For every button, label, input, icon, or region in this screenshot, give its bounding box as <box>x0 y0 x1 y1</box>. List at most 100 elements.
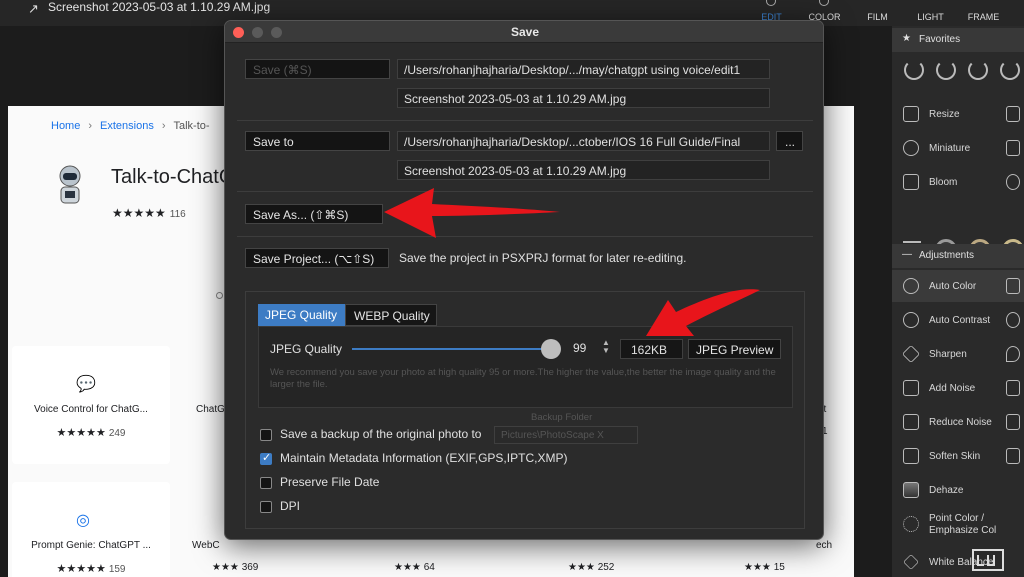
tool-label: Resize <box>929 109 960 120</box>
tab-webp-quality[interactable]: WEBP Quality <box>345 304 437 326</box>
tool-sharpen[interactable]: Sharpen <box>892 338 1024 370</box>
drop-icon[interactable] <box>1006 346 1020 362</box>
carousel-dot-icon[interactable] <box>216 292 223 299</box>
dpi-checkbox[interactable] <box>260 501 272 513</box>
tab-light[interactable]: LIGHT <box>904 0 957 26</box>
breadcrumb-extensions[interactable]: Extensions <box>100 120 154 132</box>
filter-icon[interactable] <box>1006 174 1020 190</box>
card-count: 249 <box>108 428 126 439</box>
file-date-checkbox[interactable] <box>260 477 272 489</box>
save-to-filename-field[interactable]: Screenshot 2023-05-03 at 1.10.29 AM.jpg <box>397 160 770 180</box>
dpi-option-label: DPI <box>280 499 301 513</box>
curves-icon[interactable] <box>1006 312 1020 328</box>
backup-checkbox[interactable] <box>260 429 272 441</box>
save-project-button[interactable]: Save Project... (⌥⇧S) <box>245 248 389 268</box>
breadcrumb-home[interactable]: Home <box>51 120 80 132</box>
tool-soften-skin[interactable]: Soften Skin <box>892 440 1024 472</box>
divider <box>237 120 813 121</box>
sharpen-icon <box>901 344 921 364</box>
resize-icon <box>903 106 919 122</box>
dialog-title: Save <box>510 25 540 39</box>
tab-frame-label: FRAME <box>967 12 1000 22</box>
extension-card[interactable]: 💬 Voice Control for ChatG... ★★★★★ 249 <box>12 346 170 464</box>
tool-label: Dehaze <box>929 485 964 496</box>
favorites-label: Favorites <box>919 34 961 45</box>
skin-icon[interactable] <box>1006 448 1020 464</box>
tool-auto-contrast[interactable]: Auto Contrast <box>892 304 1024 336</box>
tool-reduce-noise[interactable]: Reduce Noise <box>892 406 1024 438</box>
card-title: Prompt Genie: ChatGPT ... <box>31 540 151 551</box>
tool-dehaze[interactable]: Dehaze <box>892 474 1024 506</box>
close-window-icon[interactable] <box>233 27 244 38</box>
tool-label: Bloom <box>929 177 958 188</box>
save-button[interactable]: Save (⌘S) <box>245 59 390 79</box>
metadata-checkbox[interactable] <box>260 451 272 465</box>
tab-frame[interactable]: FRAME <box>957 0 1010 26</box>
card-rating: ★★★★★ 159 <box>12 562 170 575</box>
save-filename-field[interactable]: Screenshot 2023-05-03 at 1.10.29 AM.jpg <box>397 88 770 108</box>
favorites-header[interactable]: ★ Favorites <box>892 28 1024 52</box>
tool-resize[interactable]: Resize <box>892 98 1024 130</box>
quality-hint: We recommend you save your photo at high… <box>270 367 776 390</box>
grain-icon[interactable] <box>1006 414 1020 430</box>
save-dialog: Save Save (⌘S) /Users/rohanjhajharia/Des… <box>224 20 824 540</box>
browse-folder-button[interactable]: ... <box>776 131 803 151</box>
back-arrow-icon[interactable]: ↗ <box>28 1 39 17</box>
minimize-window-icon[interactable] <box>252 27 263 38</box>
tab-film[interactable]: FILM <box>851 0 904 26</box>
divider <box>237 236 813 237</box>
quality-value[interactable]: 99 <box>573 341 586 355</box>
save-as-button[interactable]: Save As... (⇧⌘S) <box>245 204 383 224</box>
tool-label: Sharpen <box>929 349 967 360</box>
rotate-right-icon[interactable] <box>936 60 956 80</box>
right-tool-panel: ★ Favorites Resize Miniature Bloom — Adj… <box>892 26 1024 577</box>
backup-option-label: Save a backup of the original photo to <box>280 427 482 441</box>
file-date-option-label: Preserve File Date <box>280 475 380 489</box>
auto-contrast-icon <box>903 312 919 328</box>
extension-card[interactable]: ◎ Prompt Genie: ChatGPT ... ★★★★★ 159 <box>12 482 170 577</box>
collapse-icon: — <box>902 249 912 260</box>
card-stars: ★★★★★ <box>56 563 106 575</box>
jpeg-quality-panel: JPEG Quality 99 ▲ ▼ 162KB JPEG Preview We… <box>258 326 793 408</box>
rotate-free-icon[interactable] <box>968 60 988 80</box>
rotate-left-icon[interactable] <box>904 60 924 80</box>
noise-icon[interactable] <box>1006 380 1020 396</box>
tool-label: Point Color / Emphasize Col <box>929 513 997 536</box>
jpeg-preview-button[interactable]: JPEG Preview <box>688 339 781 359</box>
adjustments-header[interactable]: — Adjustments <box>892 244 1024 268</box>
tool-label: Miniature <box>929 143 971 154</box>
color-tab-icon <box>819 0 829 6</box>
tool-label: Add Noise <box>929 383 976 394</box>
zoom-window-icon[interactable] <box>271 27 282 38</box>
card-fragment: ChatG <box>196 404 225 415</box>
tab-jpeg-quality[interactable]: JPEG Quality <box>258 304 345 326</box>
tool-auto-color[interactable]: Auto Color <box>892 270 1024 302</box>
auto-color-icon <box>903 278 919 294</box>
flip-icon[interactable] <box>1000 60 1020 80</box>
levels-icon[interactable] <box>1006 278 1020 294</box>
divider <box>237 191 813 192</box>
quality-slider-handle[interactable] <box>540 339 561 359</box>
tool-bloom[interactable]: Bloom <box>892 166 1024 198</box>
card-fragment: WebC <box>192 540 220 551</box>
save-project-description: Save the project in PSXPRJ format for la… <box>399 251 687 265</box>
tool-miniature[interactable]: Miniature <box>892 132 1024 164</box>
window-title: Screenshot 2023-05-03 at 1.10.29 AM.jpg <box>48 0 271 14</box>
fragment-count: 64 <box>423 562 435 573</box>
eyedropper-icon <box>903 554 919 570</box>
magic-wand-icon[interactable] <box>1006 140 1020 156</box>
quality-stepper-icon[interactable]: ▲ ▼ <box>602 339 610 355</box>
add-noise-icon <box>903 380 919 396</box>
extension-title: Talk-to-ChatG <box>111 166 235 188</box>
save-to-button[interactable]: Save to <box>245 131 390 151</box>
tool-add-noise[interactable]: Add Noise <box>892 372 1024 404</box>
tool-label: Auto Contrast <box>929 315 991 326</box>
tool-white-balance[interactable]: White Balance <box>892 546 1024 577</box>
quality-slider-track[interactable] <box>352 348 557 350</box>
tool-point-color[interactable]: Point Color / Emphasize Col <box>892 508 1024 546</box>
breadcrumb-sep-icon: › <box>161 120 166 132</box>
fragment-count: 369 <box>241 562 259 573</box>
backup-folder-field[interactable]: Pictures\PhotoScape X <box>494 426 638 444</box>
crop-icon[interactable] <box>1006 106 1020 122</box>
soften-skin-icon <box>903 448 919 464</box>
